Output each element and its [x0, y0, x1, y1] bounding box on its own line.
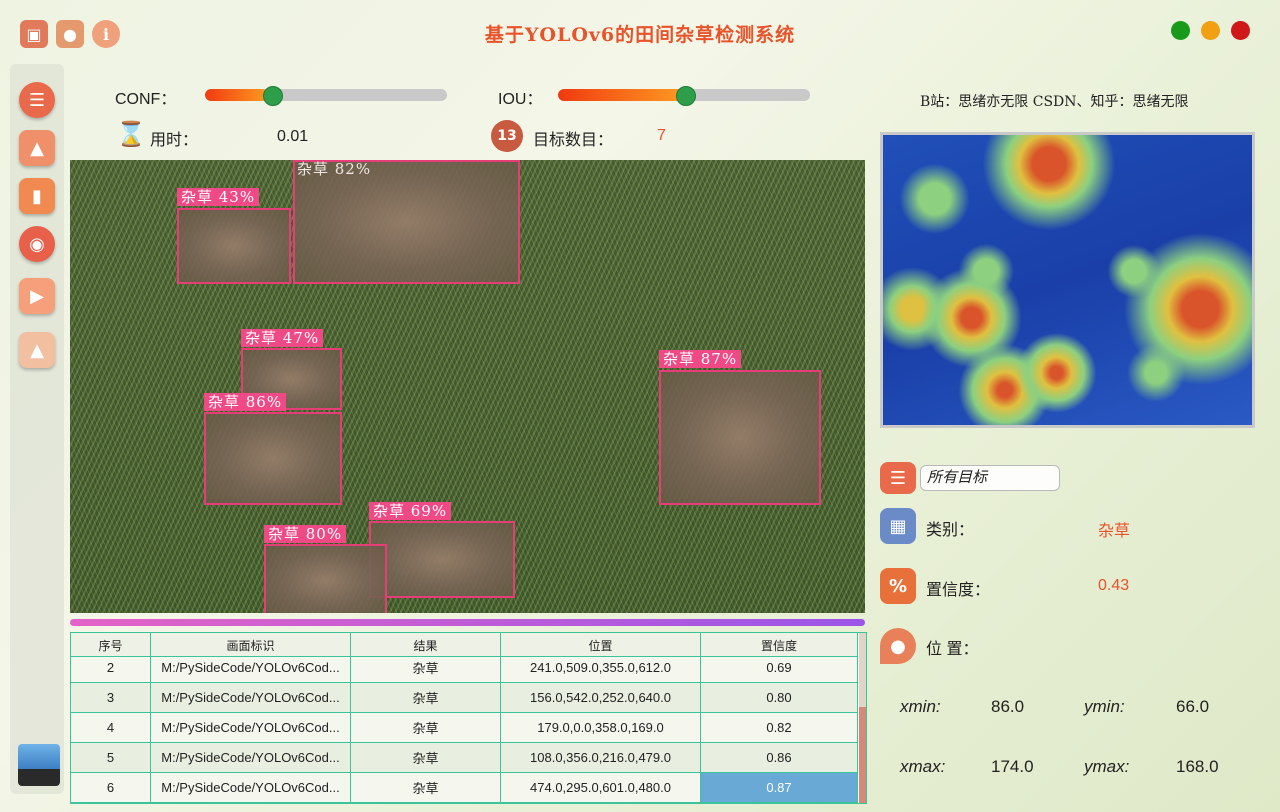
table-row[interactable]: 3 M:/PySideCode/YOLOv6Cod... 杂草 156.0,54… [71, 683, 858, 713]
cell-result[interactable]: 杂草 [351, 713, 501, 743]
avatar[interactable] [18, 744, 60, 786]
xmax-label: xmax: [900, 757, 946, 776]
detection-label: 杂草 43% [177, 188, 260, 206]
category-icon: ▦ [880, 508, 916, 544]
cell-result[interactable]: 杂草 [351, 743, 501, 773]
menu-icon[interactable]: ☰ [19, 82, 55, 118]
camera-icon[interactable]: ◉ [19, 226, 55, 262]
conf-slider[interactable] [205, 89, 447, 101]
cell-source[interactable]: M:/PySideCode/YOLOv6Cod... [151, 683, 351, 713]
percent-icon: % [880, 568, 916, 604]
xmax-value: 174.0 [991, 757, 1034, 776]
cell-result[interactable]: 杂草 [351, 653, 501, 683]
position-label: 位 置： [926, 641, 979, 658]
cell-id[interactable]: 4 [71, 713, 151, 743]
detection-label: 杂草 82% [297, 160, 372, 178]
class-value: 杂草 [1098, 523, 1131, 540]
target-count-icon: 13 [491, 120, 523, 152]
cell-position[interactable]: 156.0,542.0,252.0,640.0 [501, 683, 701, 713]
location-pin-icon: ● [880, 628, 916, 664]
author-credit: B站：思绪亦无限 CSDN、知乎：思绪无限 [920, 94, 1189, 110]
cell-result[interactable]: 杂草 [351, 773, 501, 803]
progress-bar [70, 619, 865, 626]
table-row[interactable]: 4 M:/PySideCode/YOLOv6Cod... 杂草 179.0,0.… [71, 713, 858, 743]
detection-image: 杂草 43% 杂草 82% 杂草 47% 杂草 86% 杂草 87% 杂草 69… [70, 160, 865, 613]
ymin-value: 66.0 [1176, 697, 1210, 716]
time-label: 用时： [150, 132, 199, 149]
table-row[interactable]: 6 M:/PySideCode/YOLOv6Cod... 杂草 474.0,29… [71, 773, 858, 803]
cell-position[interactable]: 108.0,356.0,216.0,479.0 [501, 743, 701, 773]
cell-source[interactable]: M:/PySideCode/YOLOv6Cod... [151, 773, 351, 803]
iou-slider-handle[interactable] [676, 86, 696, 106]
xmin-value: 86.0 [991, 697, 1025, 716]
video-icon[interactable]: ▶ [19, 278, 55, 314]
table-scrollbar[interactable] [859, 633, 866, 803]
cell-id[interactable]: 2 [71, 653, 151, 683]
xmin-label: xmin: [900, 697, 941, 716]
detection-box [204, 412, 342, 505]
count-label: 目标数目： [533, 132, 614, 149]
cell-id[interactable]: 3 [71, 683, 151, 713]
target-count-badge: 13 [497, 128, 517, 144]
detection-label: 杂草 87% [659, 350, 742, 368]
detection-box [369, 521, 515, 598]
detection-label: 杂草 86% [204, 393, 287, 411]
cell-confidence[interactable]: 0.82 [701, 713, 858, 743]
ymax-value: 168.0 [1176, 757, 1219, 776]
sidebar: ☰ ▲ ▮ ◉ ▶ ▲ [10, 64, 64, 794]
target-select[interactable]: 所有目标 [920, 465, 1060, 491]
table-row[interactable]: 5 M:/PySideCode/YOLOv6Cod... 杂草 108.0,35… [71, 743, 858, 773]
cell-source[interactable]: M:/PySideCode/YOLOv6Cod... [151, 653, 351, 683]
cell-position[interactable]: 179.0,0.0,358.0,169.0 [501, 713, 701, 743]
detection-label: 杂草 69% [369, 502, 452, 520]
table-row[interactable]: 2 M:/PySideCode/YOLOv6Cod... 杂草 241.0,50… [71, 653, 858, 683]
list-icon[interactable]: ☰ [880, 462, 916, 494]
ymin-label: ymin: [1084, 697, 1125, 716]
image-icon[interactable]: ▲ [19, 130, 55, 166]
model-cube-icon[interactable]: ▲ [19, 332, 55, 368]
cell-confidence[interactable]: 0.69 [701, 653, 858, 683]
detection-label: 杂草 47% [241, 329, 324, 347]
detection-box [264, 544, 387, 613]
cell-id[interactable]: 5 [71, 743, 151, 773]
conf-slider-handle[interactable] [263, 86, 283, 106]
iou-label: IOU： [498, 91, 543, 108]
detection-box [177, 208, 291, 284]
cell-source[interactable]: M:/PySideCode/YOLOv6Cod... [151, 713, 351, 743]
time-value: 0.01 [277, 128, 309, 145]
cell-id[interactable]: 6 [71, 773, 151, 803]
ymax-label: ymax: [1084, 757, 1130, 776]
class-label: 类别： [926, 522, 975, 539]
conf-label: CONF： [115, 91, 177, 108]
cell-confidence[interactable]: 0.87 [701, 773, 858, 803]
close-button[interactable] [1231, 21, 1250, 40]
app-title: 基于YOLOv6的田间杂草检测系统 [484, 24, 796, 46]
detection-label: 杂草 80% [264, 525, 347, 543]
count-value: 7 [657, 127, 666, 144]
confidence-label: 置信度： [926, 582, 991, 599]
detection-box [293, 160, 520, 284]
detection-box [659, 370, 821, 505]
maximize-button[interactable] [1171, 21, 1190, 40]
cell-confidence[interactable]: 0.86 [701, 743, 858, 773]
hourglass-icon: ⌛ [116, 120, 146, 148]
minimize-button[interactable] [1201, 21, 1220, 40]
cell-position[interactable]: 241.0,509.0,355.0,612.0 [501, 653, 701, 683]
cell-result[interactable]: 杂草 [351, 683, 501, 713]
scrollbar-thumb[interactable] [859, 707, 866, 803]
folder-icon[interactable]: ▮ [19, 178, 55, 214]
cell-confidence[interactable]: 0.80 [701, 683, 858, 713]
confidence-value: 0.43 [1098, 577, 1130, 594]
cell-position[interactable]: 474.0,295.0,601.0,480.0 [501, 773, 701, 803]
results-table[interactable]: 序号 画面标识 结果 位置 置信度 2 M:/PySideCode/YOLOv6… [70, 632, 867, 804]
cell-source[interactable]: M:/PySideCode/YOLOv6Cod... [151, 743, 351, 773]
heatmap-image [880, 132, 1255, 428]
